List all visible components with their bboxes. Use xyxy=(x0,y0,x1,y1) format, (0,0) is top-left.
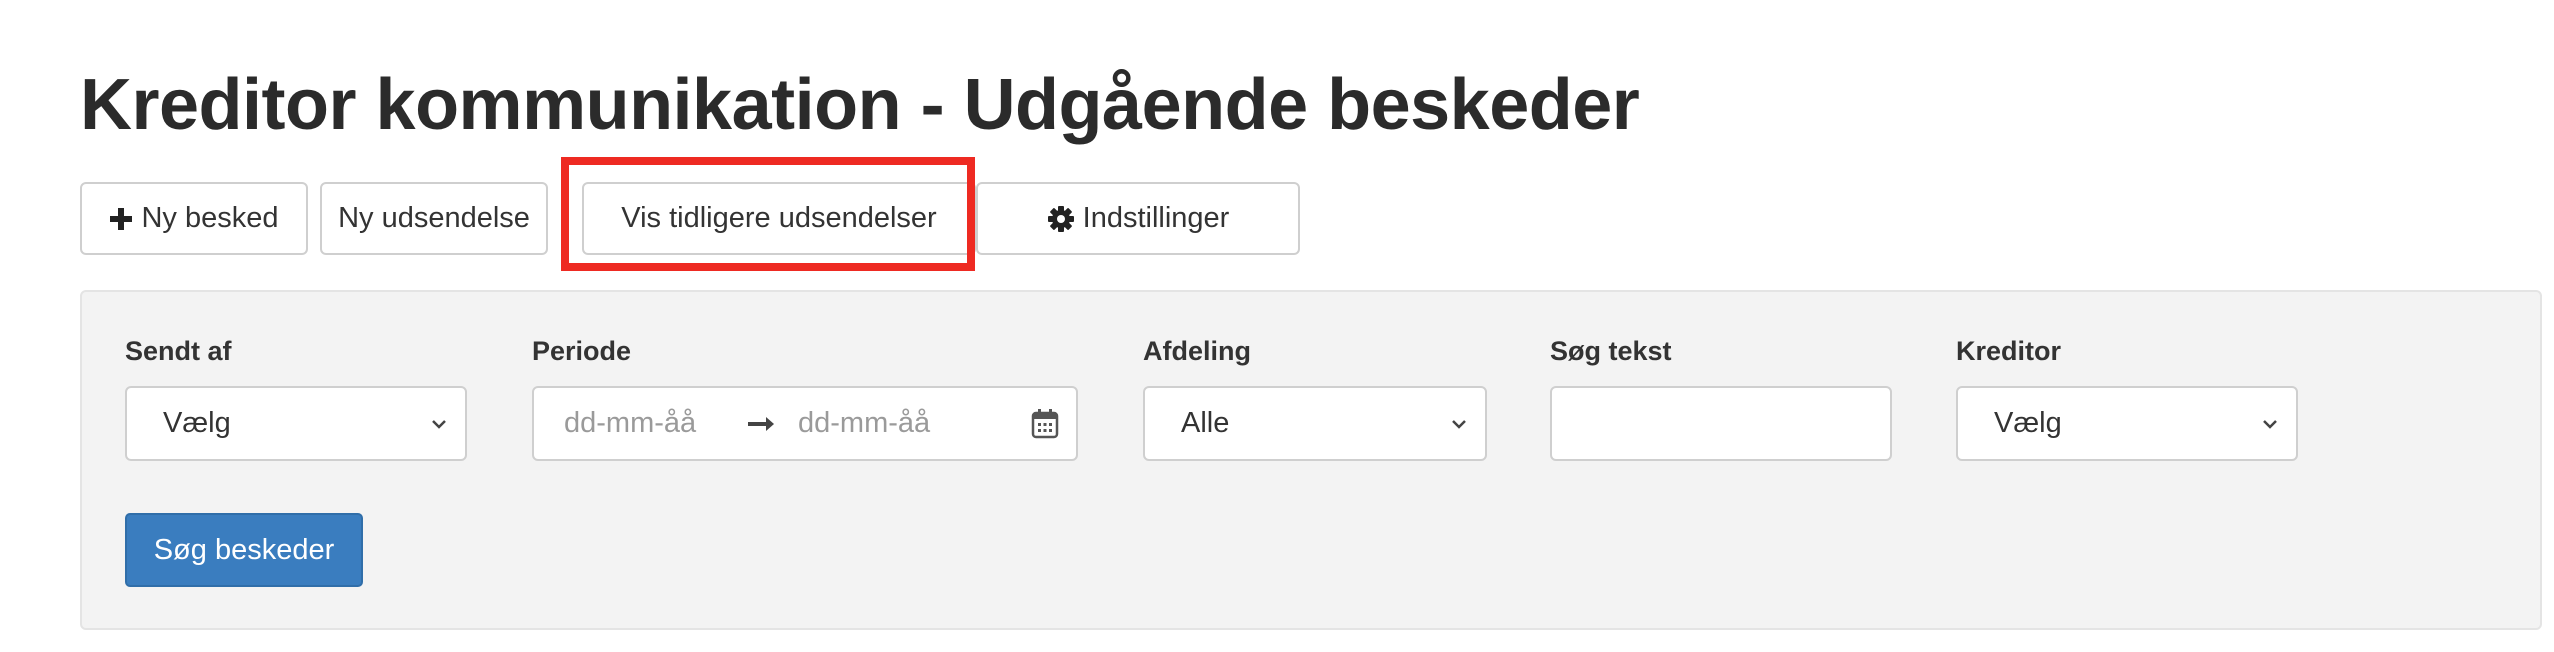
filter-panel: Sendt af Vælg Periode dd-mm-åå dd-mm-åå xyxy=(80,290,2542,630)
search-text-label: Søg tekst xyxy=(1550,336,1672,366)
page: Kreditor kommunikation - Udgående besked… xyxy=(0,0,2554,652)
settings-button[interactable]: Indstillinger xyxy=(976,182,1300,255)
gear-icon xyxy=(1047,205,1075,233)
chevron-down-icon xyxy=(432,420,446,429)
search-messages-button[interactable]: Søg beskeder xyxy=(125,513,363,587)
department-label: Afdeling xyxy=(1143,336,1251,366)
chevron-down-icon xyxy=(1452,420,1466,429)
page-title: Kreditor kommunikation - Udgående besked… xyxy=(80,65,1640,145)
sent-by-select[interactable]: Vælg xyxy=(125,386,467,461)
period-range-input[interactable]: dd-mm-åå dd-mm-åå xyxy=(532,386,1078,461)
period-to-input[interactable]: dd-mm-åå xyxy=(798,407,930,440)
creditor-label: Kreditor xyxy=(1956,336,2062,366)
creditor-value: Vælg xyxy=(1994,407,2062,439)
search-text-input[interactable] xyxy=(1550,386,1892,461)
previous-broadcasts-label: Vis tidligere udsendelser xyxy=(621,202,937,234)
new-broadcast-label: Ny udsendelse xyxy=(338,202,530,234)
new-message-label: Ny besked xyxy=(141,202,279,234)
period-label: Periode xyxy=(532,336,632,366)
sent-by-label: Sendt af xyxy=(125,336,232,366)
previous-broadcasts-button[interactable]: Vis tidligere udsendelser xyxy=(582,182,976,255)
new-message-button[interactable]: Ny besked xyxy=(80,182,308,255)
department-value: Alle xyxy=(1181,407,1230,439)
calendar-icon[interactable] xyxy=(1030,408,1060,440)
arrow-right-icon xyxy=(748,417,774,431)
department-select[interactable]: Alle xyxy=(1143,386,1487,461)
new-broadcast-button[interactable]: Ny udsendelse xyxy=(320,182,548,255)
creditor-select[interactable]: Vælg xyxy=(1956,386,2298,461)
settings-label: Indstillinger xyxy=(1082,202,1230,234)
plus-icon xyxy=(109,207,133,231)
chevron-down-icon xyxy=(2263,420,2277,429)
period-from-input[interactable]: dd-mm-åå xyxy=(564,407,696,440)
sent-by-value: Vælg xyxy=(163,407,231,439)
